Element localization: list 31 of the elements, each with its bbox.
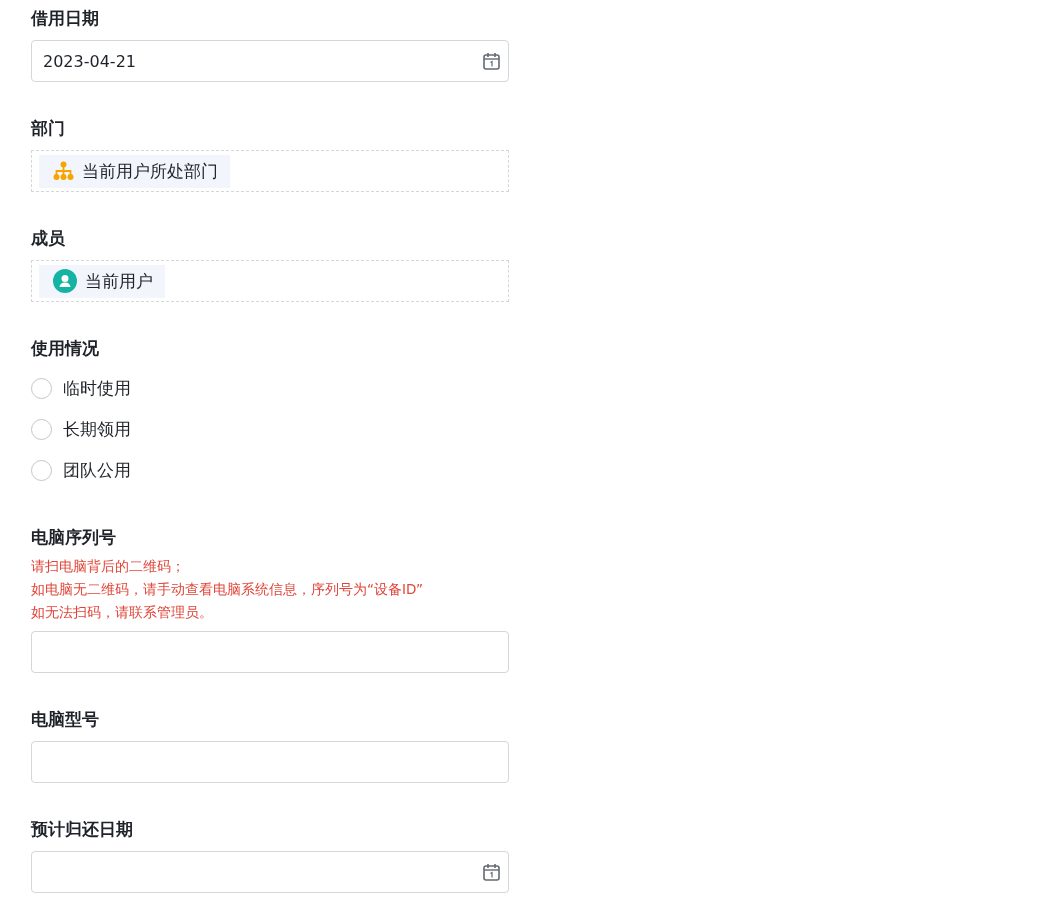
organization-icon [53, 161, 74, 181]
department-tag[interactable]: 当前用户所处部门 [39, 154, 230, 188]
calendar-icon[interactable] [483, 52, 500, 70]
user-avatar-icon [53, 269, 77, 293]
tag-label: 当前用户 [85, 269, 153, 293]
picker-field[interactable]: 当前用户所处部门 [31, 150, 509, 192]
hint-text: 请扫电脑背后的二维码； [31, 557, 186, 576]
picker-field[interactable]: 当前用户 [31, 260, 509, 302]
field-label: 预计归还日期 [31, 818, 134, 840]
radio-button[interactable] [31, 460, 52, 481]
radio-button[interactable] [31, 378, 52, 399]
input-field[interactable] [31, 741, 509, 783]
input-field[interactable] [31, 631, 509, 673]
field-label: 电脑型号 [31, 708, 100, 730]
field-label: 成员 [31, 227, 66, 249]
field-label: 部门 [31, 117, 66, 139]
radio-button[interactable] [31, 419, 52, 440]
tag-label: 当前用户所处部门 [82, 159, 218, 183]
radio-label[interactable]: 团队公用 [63, 459, 131, 482]
date-field[interactable] [31, 851, 509, 893]
field-label: 借用日期 [31, 7, 100, 29]
hint-text: 如电脑无二维码，请手动查看电脑系统信息，序列号为“设备ID” [31, 580, 424, 599]
date-field[interactable]: 2023-04-21 [31, 40, 509, 82]
field-label: 电脑序列号 [31, 526, 117, 548]
radio-label[interactable]: 长期领用 [63, 418, 131, 441]
member-tag[interactable]: 当前用户 [39, 264, 165, 298]
radio-label[interactable]: 临时使用 [63, 377, 131, 400]
field-label: 使用情况 [31, 337, 100, 359]
hint-text: 如无法扫码，请联系管理员。 [31, 603, 214, 622]
field-value: 2023-04-21 [43, 51, 136, 71]
calendar-icon[interactable] [483, 863, 500, 881]
